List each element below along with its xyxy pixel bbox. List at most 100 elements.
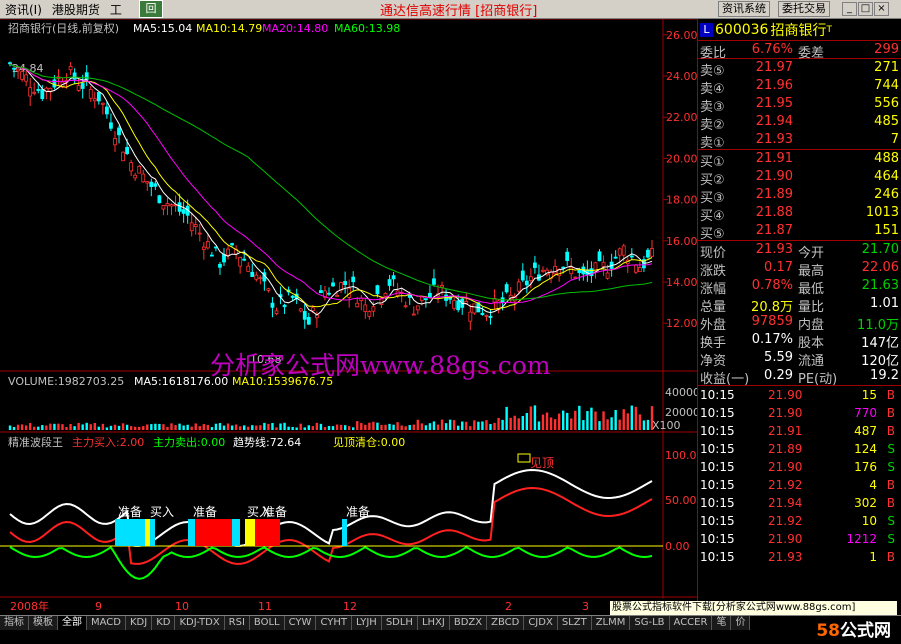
tab-全部[interactable]: 全部 [58,616,87,630]
tab-cyw[interactable]: CYW [284,616,317,630]
tab-lhxj[interactable]: LHXJ [417,616,450,630]
tick-time: 10:15 [700,442,735,456]
tab-sdlh[interactable]: SDLH [381,616,418,630]
stat-row: 涨幅 0.78% 最低 21.63 [698,277,901,297]
menu-item-hk[interactable]: 港股期货 [47,1,105,18]
menu-bar: 资讯(I) 港股期货 工 回 通达信高速行情 [招商银行] 资讯系统 委托交易 … [0,0,901,19]
stock-name: 招商银行 [770,22,827,39]
tab-cjdx[interactable]: CJDX [524,616,558,630]
tab-slzt[interactable]: SLZT [557,616,592,630]
tab-boll[interactable]: BOLL [249,616,285,630]
tab-macd[interactable]: MACD [87,616,126,630]
maximize-icon[interactable]: □ [858,2,873,16]
tick-time: 10:15 [700,406,735,420]
tab-kdj-tdx[interactable]: KDJ-TDX [175,616,225,630]
tick-row: 10:15 21.90 15 B [698,386,901,404]
stat-label: 收益(一) [700,372,750,387]
weibi-value: 6.76% [751,42,793,57]
tab-zbcd[interactable]: ZBCD [487,616,525,630]
chart-header: 招商银行(日线,前复权) [8,21,119,35]
tab-zlmm[interactable]: ZLMM [591,616,631,630]
chart-area[interactable]: 招商银行(日线,前复权) MA5:15.04 MA10:14.79 MA20:1… [0,19,697,615]
info-system-button[interactable]: 资讯系统 [718,1,770,17]
tab-模板[interactable]: 模板 [29,616,58,630]
y-tick: 14.00 [666,276,697,289]
vol-ma10-label: MA10:1539676.75 [232,375,333,388]
x-label: 10 [175,600,189,613]
bid-row[interactable]: 买④ 21.88 1013 [698,204,901,224]
signal-label: 买入 [150,505,174,519]
signal-bar [188,519,195,546]
tick-volume: 770 [854,406,877,420]
tab-指标[interactable]: 指标 [0,616,29,630]
ask-row[interactable]: 卖⑤ 21.97 271 [698,59,901,79]
y-tick: 12.00 [666,317,697,330]
tick-price: 21.91 [768,424,803,438]
minimize-icon[interactable]: _ [842,2,857,16]
stock-suffix: T [826,24,832,35]
menu-item-tools[interactable]: 工 [105,1,127,18]
tick-volume: 1 [869,550,877,564]
tab-lyjh[interactable]: LYJH [351,616,382,630]
tab-cyht[interactable]: CYHT [316,616,352,630]
trend-line [9,468,653,547]
ind-tick: 100.0 [665,449,697,462]
ad-banner[interactable]: 股票公式指标软件下载[分析家公式网www.88gs.com] [610,601,897,615]
stat-value: 21.70 [861,242,899,257]
bottom-bar: 股票公式指标软件下载[分析家公式网www.88gs.com] 指标 模板 全部 MAC… [0,601,901,643]
ask-row[interactable]: 卖④ 21.96 744 [698,77,901,97]
x-label: 2008年 [10,599,49,613]
indicator-sell: 主力卖出:0.00 [153,435,225,449]
tab-bdzx[interactable]: BDZX [449,616,488,630]
tick-row: 10:15 21.90 1212 S [698,530,901,548]
tick-time: 10:15 [700,550,735,564]
tab-kdj[interactable]: KDJ [125,616,153,630]
x-label: 9 [95,600,102,613]
ma20-label: MA20:14.80 [262,22,328,35]
close-icon[interactable]: × [874,2,889,16]
tick-price: 21.90 [768,460,803,474]
ask-row[interactable]: 卖② 21.94 485 [698,113,901,133]
tab-rsi[interactable]: RSI [224,616,250,630]
bid-row[interactable]: 买③ 21.89 246 [698,186,901,206]
bid-row[interactable]: 买② 21.90 464 [698,168,901,188]
vol-ma5-label: MA5:1618176.00 [134,375,228,388]
signal-label-top: 见顶 [530,456,554,470]
indicator-name: 精准波段王 [8,435,63,449]
signal-bar [342,519,347,546]
level-badge: L [700,22,713,37]
bid-price: 21.88 [755,205,793,220]
ask-row[interactable]: 卖③ 21.95 556 [698,95,901,115]
tick-row: 10:15 21.91 487 B [698,422,901,440]
stat-value: 0.17% [751,332,793,347]
ask-price: 21.93 [755,132,793,147]
tab-价[interactable]: 价 [731,616,751,630]
tab-笔[interactable]: 笔 [712,616,732,630]
bid-label: 买⑤ [700,227,725,242]
indicator-tabs: 指标 模板 全部 MACD KDJ KD KDJ-TDX RSI BOLL CYW CYHT LYJH… [0,616,751,630]
bid-row[interactable]: 买⑤ 21.87 151 [698,222,901,242]
indicator-trend: 趋势线:72.64 [233,435,301,449]
app-logo-icon[interactable]: 回 [139,0,163,18]
x-label: 3 [582,600,589,613]
ask-volume: 271 [874,60,899,75]
indicator-top: 见顶清仓:0.00 [333,435,405,449]
y-tick: 22.00 [666,111,697,124]
tick-time: 10:15 [700,388,735,402]
menu-item-info[interactable]: 资讯(I) [0,1,47,18]
signal-bar [245,519,255,546]
tick-time: 10:15 [700,478,735,492]
trade-button[interactable]: 委托交易 [778,1,830,17]
stat-value: 0.17 [764,260,793,275]
signal-bar [150,519,155,546]
signal-label: 准备 [263,505,287,519]
tab-kd[interactable]: KD [152,616,176,630]
ask-row[interactable]: 卖① 21.93 7 [698,131,901,151]
indicator-buy: 主力买入:2.00 [72,436,144,449]
tick-row: 10:15 21.90 176 S [698,458,901,476]
bid-volume: 488 [874,151,899,166]
tab-sg-lb[interactable]: SG-LB [630,616,670,630]
tab-accer[interactable]: ACCER [669,616,713,630]
stat-row: 涨跌 0.17 最高 22.06 [698,259,901,279]
bid-row[interactable]: 买① 21.91 488 [698,150,901,170]
